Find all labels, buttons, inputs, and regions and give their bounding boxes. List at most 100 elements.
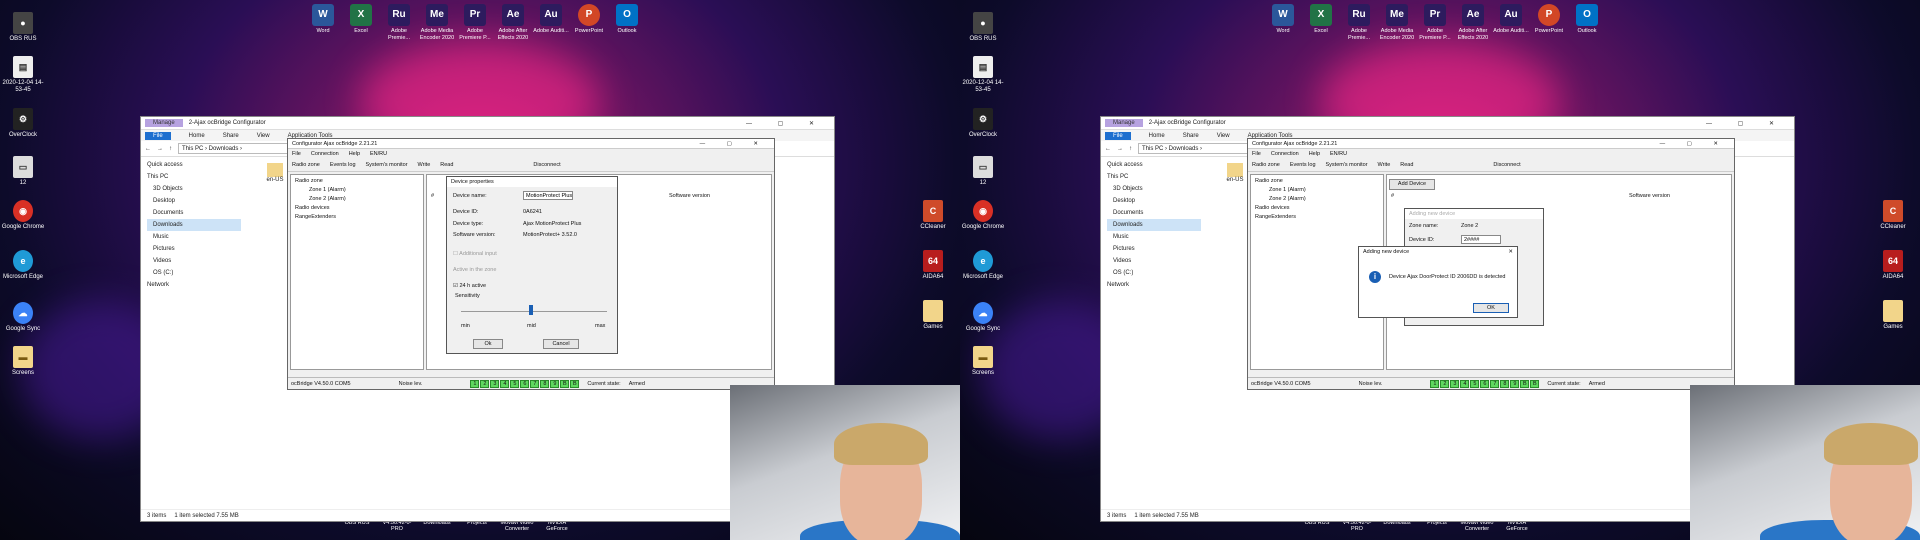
additional-input-checkbox[interactable]: ☐ Additional input [453, 251, 497, 257]
nav-quick-access[interactable]: Quick access [147, 159, 241, 171]
desktop-icon[interactable]: ▭ 12 [0, 156, 46, 187]
desktop-icon[interactable]: ▤ 2020-12-04 14-53-45 [0, 56, 46, 94]
close-icon[interactable]: ✕ [1508, 249, 1513, 255]
active-24h-checkbox[interactable]: ☑ 24 h active [453, 283, 486, 289]
taskbar-item[interactable]: Downloads [420, 520, 454, 540]
media-encoder-shortcut[interactable]: Me Adobe Media Encoder 2020 [1378, 4, 1416, 41]
nav-desktop[interactable]: Desktop [147, 195, 241, 207]
audition-shortcut[interactable]: Au Adobe Auditi... [1492, 4, 1530, 35]
nav-downloads[interactable]: Downloads [147, 219, 241, 231]
desktop-icon[interactable]: e Microsoft Edge [0, 250, 46, 281]
taskbar-item[interactable]: NVIDIA GeForce [540, 520, 574, 540]
tree-range-extenders[interactable]: RangeExtenders [295, 213, 419, 222]
nav-os-c[interactable]: OS (C:) [1107, 267, 1201, 279]
desktop-icon[interactable]: ◉ Google Chrome [960, 200, 1006, 231]
systems-monitor-button[interactable]: System's monitor [1326, 162, 1368, 168]
back-arrow-icon[interactable]: ← [145, 146, 151, 152]
folder-item[interactable]: en-US [265, 163, 285, 183]
nav-pictures[interactable]: Pictures [147, 243, 241, 255]
desktop-icon[interactable]: ▤ 2020-12-04 14-53-45 [960, 56, 1006, 94]
tab-share[interactable]: Share [1183, 133, 1199, 139]
aida64-shortcut[interactable]: 64 AIDA64 [910, 250, 956, 281]
disconnect-button[interactable]: Disconnect [1493, 162, 1520, 168]
tree-range-extenders[interactable]: RangeExtenders [1255, 213, 1379, 222]
excel-shortcut[interactable]: X Excel [342, 4, 380, 35]
ccleaner-shortcut[interactable]: C CCleaner [910, 200, 956, 231]
menu-file[interactable]: File [292, 151, 301, 157]
desktop-icon[interactable]: ⚙ OverClock [960, 108, 1006, 139]
menu-file[interactable]: File [1252, 151, 1261, 157]
forward-arrow-icon[interactable]: → [157, 146, 163, 152]
taskbar-item[interactable]: OBS RUS [1300, 520, 1334, 540]
manage-tab[interactable]: Manage [1105, 119, 1143, 127]
events-log-button[interactable]: Events log [330, 162, 356, 168]
premiere-pro-shortcut[interactable]: Pr Adobe Premiere P... [1416, 4, 1454, 41]
word-shortcut[interactable]: W Word [1264, 4, 1302, 35]
taskbar-item[interactable]: V4.50.42-0-PRO [1340, 520, 1374, 540]
tree-radio-devices[interactable]: Radio devices [1255, 204, 1379, 213]
tab-view[interactable]: View [1217, 133, 1230, 139]
write-button[interactable]: Write [418, 162, 431, 168]
after-effects-shortcut[interactable]: Ae Adobe After Effects 2020 [1454, 4, 1492, 41]
nav-3d-objects[interactable]: 3D Objects [1107, 183, 1201, 195]
nav-3d-objects[interactable]: 3D Objects [147, 183, 241, 195]
nav-network[interactable]: Network [147, 279, 241, 291]
tab-home[interactable]: Home [1149, 133, 1165, 139]
aida64-shortcut[interactable]: 64 AIDA64 [1870, 250, 1916, 281]
tree-zone-1[interactable]: Zone 1 (Alarm) [1255, 186, 1379, 195]
premiere-rush-shortcut[interactable]: Ru Adobe Premie... [1340, 4, 1378, 41]
desktop-icon[interactable]: ☁ Google Sync [0, 302, 46, 333]
powerpoint-shortcut[interactable]: P PowerPoint [570, 4, 608, 35]
nav-this-pc[interactable]: This PC [1107, 171, 1201, 183]
cancel-button[interactable]: Cancel [543, 339, 579, 349]
desktop-icon[interactable]: ▭ 12 [960, 156, 1006, 187]
taskbar-item[interactable]: Downloads [1380, 520, 1414, 540]
ok-button[interactable]: Ok [473, 339, 503, 349]
read-button[interactable]: Read [1400, 162, 1413, 168]
nav-quick-access[interactable]: Quick access [1107, 159, 1201, 171]
menu-connection[interactable]: Connection [311, 151, 339, 157]
premiere-pro-shortcut[interactable]: Pr Adobe Premiere P... [456, 4, 494, 41]
desktop-icon[interactable]: ▬ Screens [960, 346, 1006, 377]
nav-videos[interactable]: Videos [1107, 255, 1201, 267]
menu-language[interactable]: EN/RU [370, 151, 387, 157]
menu-language[interactable]: EN/RU [1330, 151, 1347, 157]
media-encoder-shortcut[interactable]: Me Adobe Media Encoder 2020 [418, 4, 456, 41]
sensitivity-slider-thumb[interactable] [529, 305, 533, 315]
outlook-shortcut[interactable]: O Outlook [608, 4, 646, 35]
taskbar-item[interactable]: Movavi Video Converter [500, 520, 534, 540]
systems-monitor-button[interactable]: System's monitor [366, 162, 408, 168]
nav-network[interactable]: Network [1107, 279, 1201, 291]
read-button[interactable]: Read [440, 162, 453, 168]
premiere-rush-shortcut[interactable]: Ru Adobe Premie... [380, 4, 418, 41]
taskbar-item[interactable]: Projects [1420, 520, 1454, 540]
desktop-icon[interactable]: ▬ Screens [0, 346, 46, 377]
tree-zone-1[interactable]: Zone 1 (Alarm) [295, 186, 419, 195]
taskbar-item[interactable]: NVIDIA GeForce [1500, 520, 1534, 540]
nav-videos[interactable]: Videos [147, 255, 241, 267]
window-controls[interactable]: — ▢ ✕ [746, 120, 826, 127]
nav-documents[interactable]: Documents [1107, 207, 1201, 219]
audition-shortcut[interactable]: Au Adobe Auditi... [532, 4, 570, 35]
nav-documents[interactable]: Documents [147, 207, 241, 219]
desktop-icon[interactable]: ⚙ OverClock [0, 108, 46, 139]
nav-music[interactable]: Music [147, 231, 241, 243]
write-button[interactable]: Write [1378, 162, 1391, 168]
up-arrow-icon[interactable]: ↑ [1129, 146, 1132, 152]
nav-desktop[interactable]: Desktop [1107, 195, 1201, 207]
nav-downloads[interactable]: Downloads [1107, 219, 1201, 231]
nav-os-c[interactable]: OS (C:) [147, 267, 241, 279]
desktop-icon[interactable]: ☁ Google Sync [960, 302, 1006, 333]
after-effects-shortcut[interactable]: Ae Adobe After Effects 2020 [494, 4, 532, 41]
tab-share[interactable]: Share [223, 133, 239, 139]
menu-help[interactable]: Help [349, 151, 360, 157]
word-shortcut[interactable]: W Word [304, 4, 342, 35]
games-folder[interactable]: Games [1870, 300, 1916, 331]
tree-zone-2[interactable]: Zone 2 (Alarm) [295, 195, 419, 204]
tree-radio-zone[interactable]: Radio zone [1255, 177, 1379, 186]
games-folder[interactable]: Games [910, 300, 956, 331]
tab-view[interactable]: View [257, 133, 270, 139]
window-controls[interactable]: — ▢ ✕ [1660, 141, 1728, 147]
folder-item[interactable]: en-US [1225, 163, 1245, 183]
device-name-field[interactable] [523, 191, 573, 200]
